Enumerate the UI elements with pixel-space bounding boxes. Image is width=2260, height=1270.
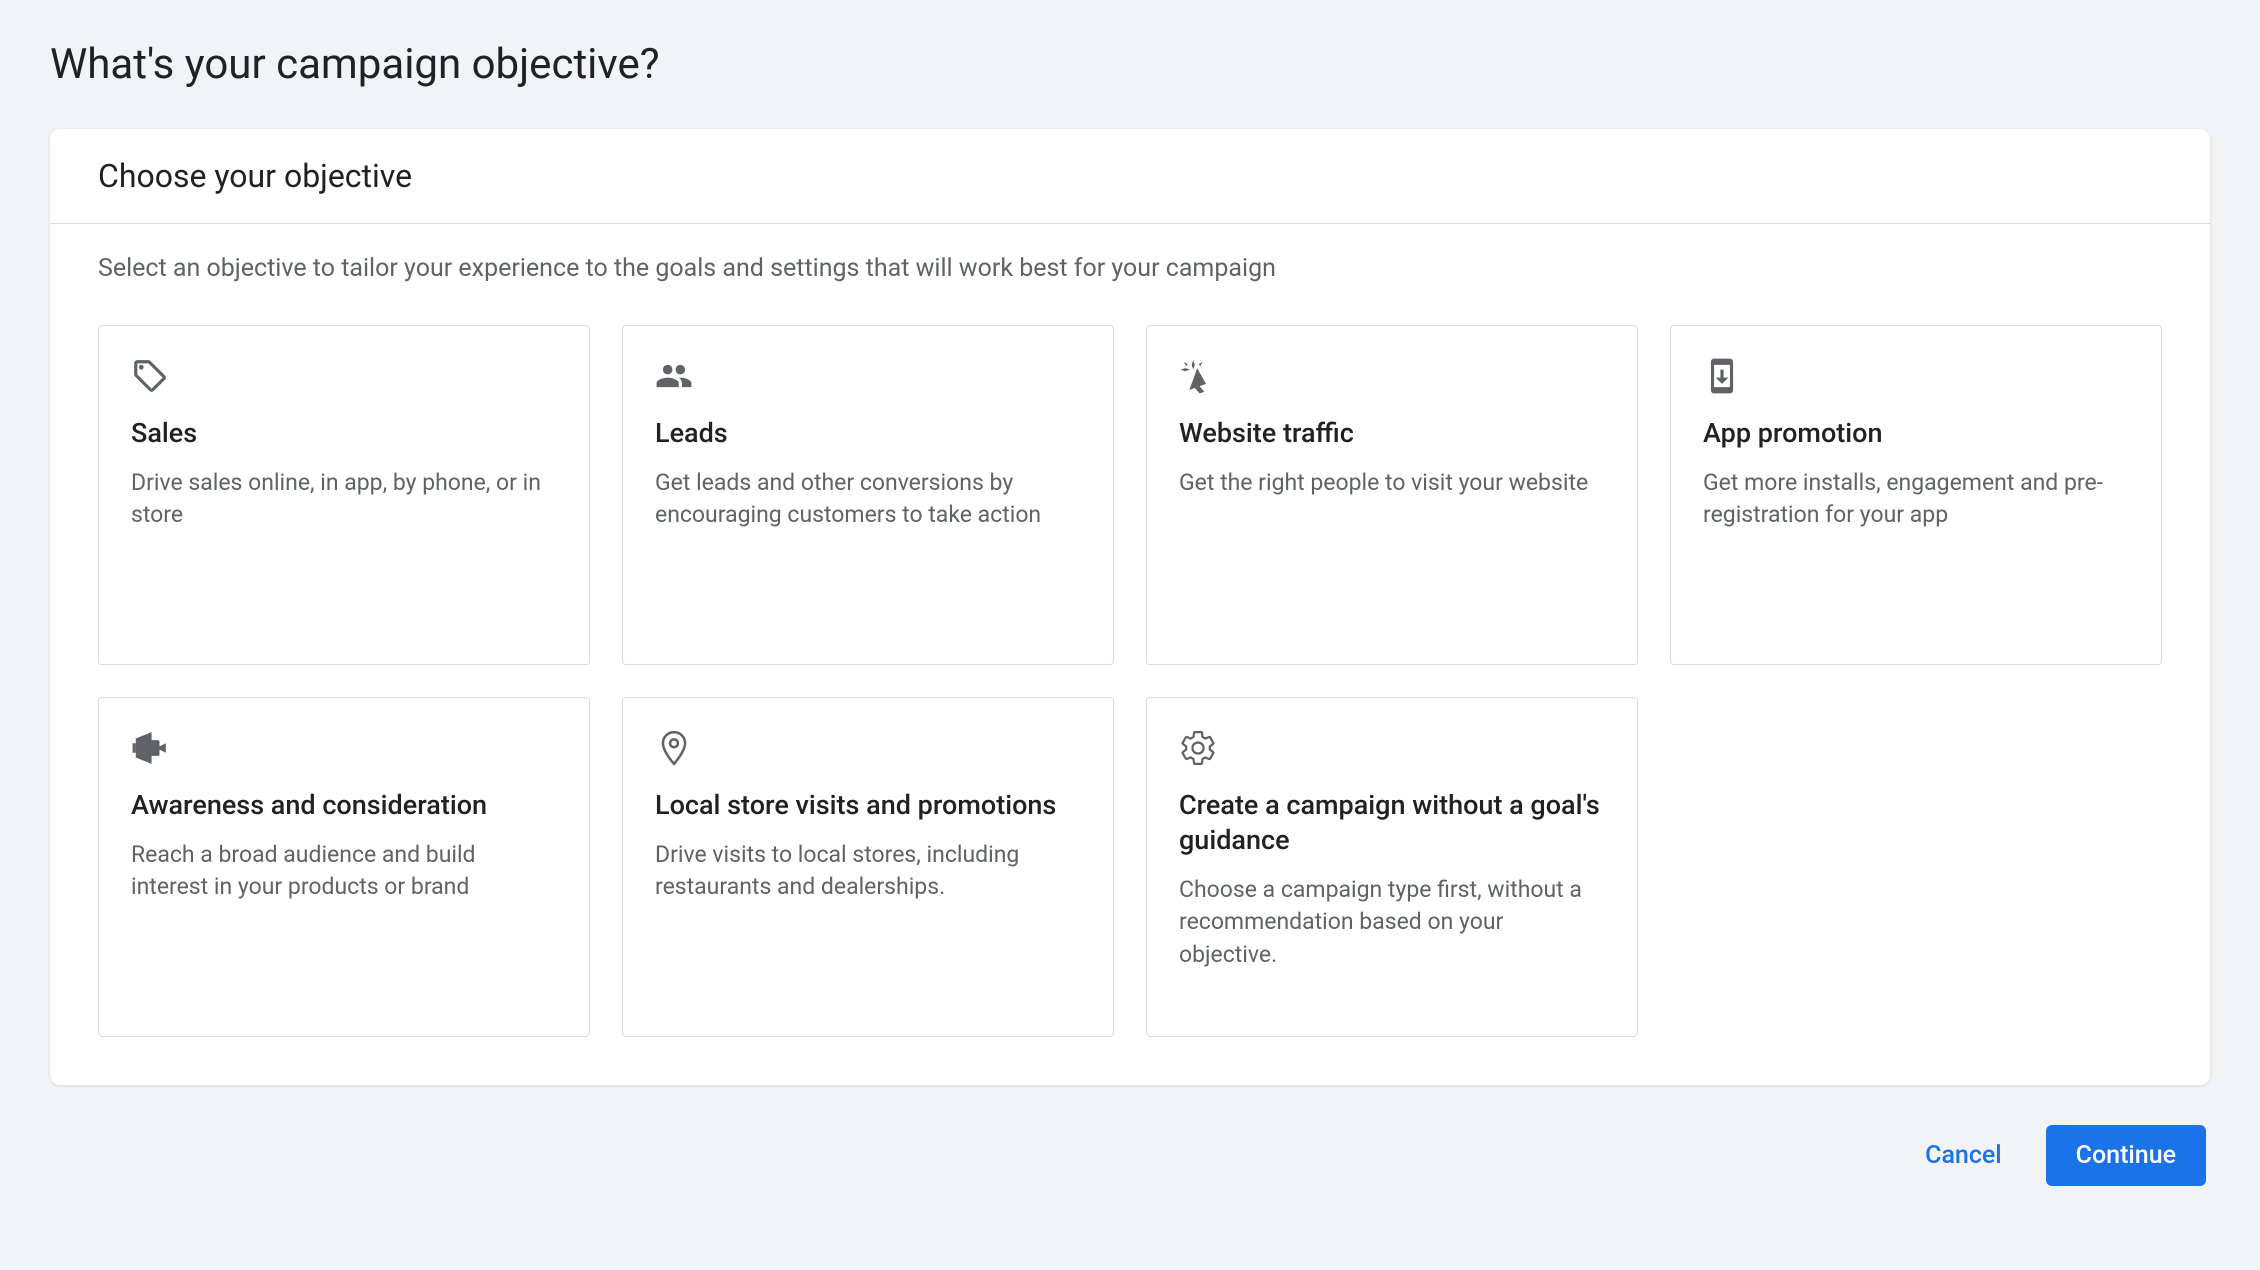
people-icon bbox=[655, 356, 695, 396]
page-title: What's your campaign objective? bbox=[50, 40, 2210, 89]
objective-option-sales[interactable]: Sales Drive sales online, in app, by pho… bbox=[98, 325, 590, 665]
objective-option-local-store[interactable]: Local store visits and promotions Drive … bbox=[622, 697, 1114, 1037]
card-header-title: Choose your objective bbox=[98, 157, 2162, 195]
option-title: Leads bbox=[655, 416, 1081, 451]
option-description: Get more installs, engagement and pre-re… bbox=[1703, 467, 2129, 531]
option-description: Drive visits to local stores, including … bbox=[655, 839, 1081, 903]
objective-option-no-goal[interactable]: Create a campaign without a goal's guida… bbox=[1146, 697, 1638, 1037]
objective-option-app-promotion[interactable]: App promotion Get more installs, engagem… bbox=[1670, 325, 2162, 665]
location-pin-icon bbox=[655, 728, 695, 768]
option-description: Drive sales online, in app, by phone, or… bbox=[131, 467, 557, 531]
objective-grid: Sales Drive sales online, in app, by pho… bbox=[98, 325, 2162, 1037]
objective-option-website-traffic[interactable]: Website traffic Get the right people to … bbox=[1146, 325, 1638, 665]
helper-text: Select an objective to tailor your exper… bbox=[98, 254, 2162, 283]
option-description: Get leads and other conversions by encou… bbox=[655, 467, 1081, 531]
card-body: Select an objective to tailor your exper… bbox=[50, 224, 2210, 1085]
option-description: Reach a broad audience and build interes… bbox=[131, 839, 557, 903]
gear-icon bbox=[1179, 728, 1219, 768]
cancel-button[interactable]: Cancel bbox=[1905, 1129, 2022, 1182]
objective-option-awareness[interactable]: Awareness and consideration Reach a broa… bbox=[98, 697, 590, 1037]
option-title: Sales bbox=[131, 416, 557, 451]
objective-card: Choose your objective Select an objectiv… bbox=[50, 129, 2210, 1085]
footer-actions: Cancel Continue bbox=[50, 1125, 2210, 1186]
option-title: Awareness and consideration bbox=[131, 788, 557, 823]
megaphone-icon bbox=[131, 728, 171, 768]
phone-download-icon bbox=[1703, 356, 1743, 396]
option-title: Website traffic bbox=[1179, 416, 1605, 451]
option-title: App promotion bbox=[1703, 416, 2129, 451]
objective-option-leads[interactable]: Leads Get leads and other conversions by… bbox=[622, 325, 1114, 665]
card-header: Choose your objective bbox=[50, 129, 2210, 224]
continue-button[interactable]: Continue bbox=[2046, 1125, 2206, 1186]
option-title: Create a campaign without a goal's guida… bbox=[1179, 788, 1605, 858]
tag-icon bbox=[131, 356, 171, 396]
option-description: Choose a campaign type first, without a … bbox=[1179, 874, 1605, 971]
click-icon bbox=[1179, 356, 1219, 396]
option-title: Local store visits and promotions bbox=[655, 788, 1081, 823]
option-description: Get the right people to visit your websi… bbox=[1179, 467, 1605, 499]
